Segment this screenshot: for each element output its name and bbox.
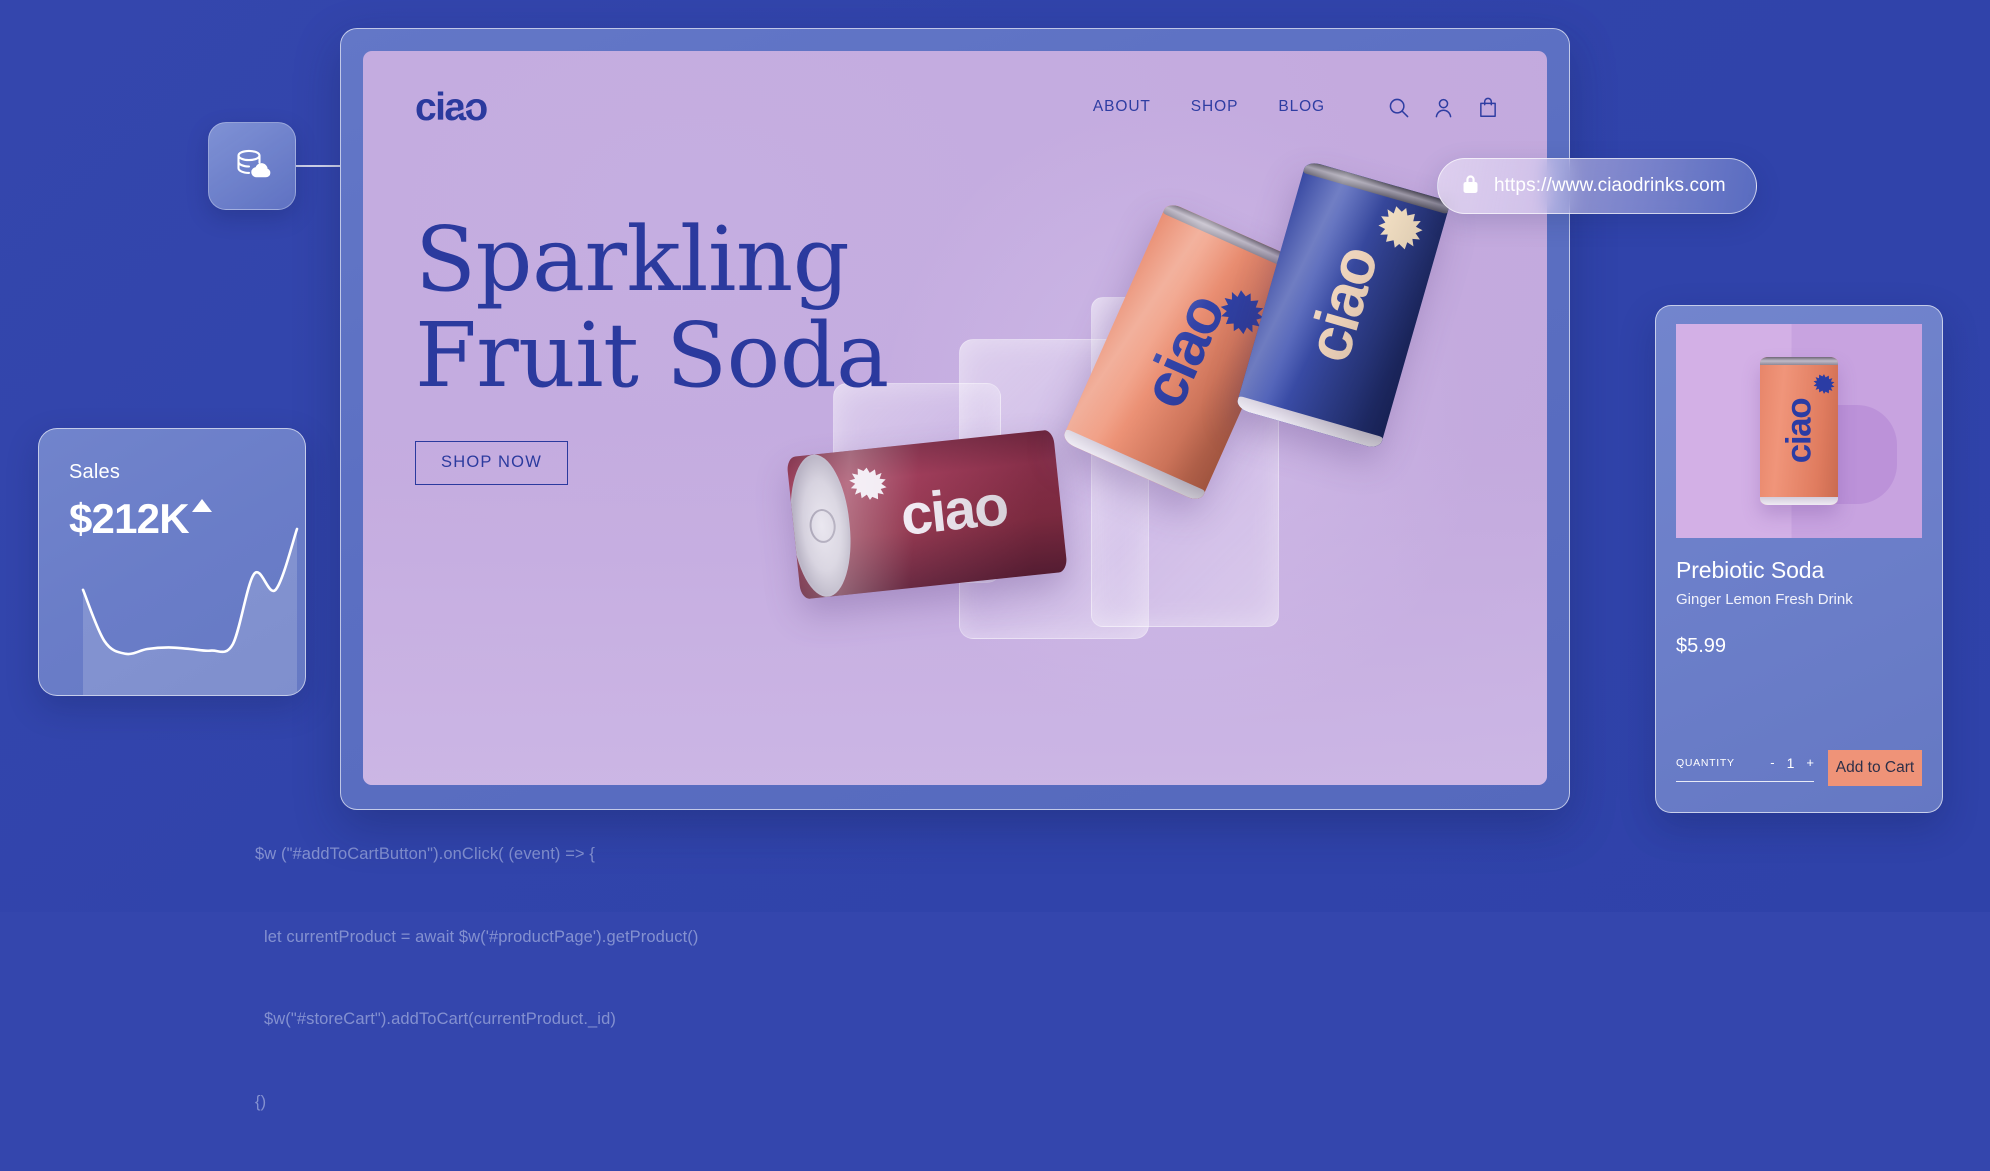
- code-line: {): [255, 1092, 267, 1111]
- trend-up-arrow-icon: [191, 499, 212, 512]
- nav-icon-group: [1387, 96, 1499, 119]
- product-subtitle: Ginger Lemon Fresh Drink: [1676, 591, 1853, 608]
- product-image: ciao: [1676, 324, 1922, 538]
- url-bar[interactable]: https://www.ciaodrinks.com: [1437, 158, 1757, 214]
- code-line: let currentProduct = await $w('#productP…: [264, 927, 699, 946]
- connector-line: [296, 165, 344, 167]
- site-nav: ABOUT SHOP BLOG: [1093, 96, 1499, 119]
- sales-card: Sales $212K: [38, 428, 306, 696]
- product-actions: QUANTITY - 1 + Add to Cart: [1676, 750, 1922, 786]
- quantity-stepper[interactable]: QUANTITY - 1 +: [1676, 755, 1814, 782]
- sales-area-chart: [81, 527, 299, 695]
- search-icon[interactable]: [1387, 96, 1410, 119]
- shopping-bag-icon[interactable]: [1477, 96, 1499, 119]
- nav-link-shop[interactable]: SHOP: [1191, 98, 1239, 116]
- canvas-background: $w ("#addToCartButton").onClick( (event)…: [0, 0, 1990, 1111]
- code-line: $w("#storeCart").addToCart(currentProduc…: [264, 1010, 616, 1028]
- code-overlay: $w ("#addToCartButton").onClick( (event)…: [255, 786, 698, 1171]
- quantity-value: 1: [1786, 754, 1795, 771]
- can-blue: ciao: [1235, 160, 1451, 450]
- can-base: [1760, 497, 1838, 505]
- quantity-label: QUANTITY: [1676, 756, 1735, 769]
- nav-link-about[interactable]: ABOUT: [1093, 98, 1151, 116]
- product-title: Prebiotic Soda: [1676, 557, 1825, 583]
- product-can: ciao: [1760, 357, 1838, 505]
- quantity-increment-button[interactable]: +: [1806, 755, 1814, 770]
- quantity-decrement-button[interactable]: -: [1770, 755, 1774, 770]
- site-logo-text: ciao: [415, 85, 488, 129]
- add-to-cart-button[interactable]: Add to Cart: [1828, 750, 1922, 786]
- hero-title: Sparkling Fruit Soda: [415, 211, 889, 403]
- product-card: ciao Prebiotic Soda Ginger Lemon Fresh D…: [1655, 305, 1943, 813]
- url-text: https://www.ciaodrinks.com: [1494, 175, 1726, 196]
- site-viewport: ciao ciao: [363, 51, 1547, 785]
- site-header: ciao ABOUT SHOP BLOG: [363, 51, 1547, 163]
- can-label: ciao: [1779, 398, 1819, 464]
- database-cloud-icon: [230, 142, 274, 191]
- browser-window: ciao ciao: [340, 28, 1570, 810]
- hero-title-line-1: Sparkling: [415, 207, 850, 311]
- code-line: $w ("#addToCartButton").onClick( (event)…: [255, 845, 595, 863]
- product-price: $5.99: [1676, 635, 1727, 657]
- lock-icon: [1462, 174, 1479, 199]
- can-sheen: [1235, 160, 1451, 450]
- starburst-badge: [1813, 374, 1835, 394]
- sales-label: Sales: [69, 461, 121, 483]
- site-logo[interactable]: ciao: [415, 85, 488, 129]
- nav-link-blog[interactable]: BLOG: [1278, 98, 1325, 116]
- user-icon[interactable]: [1432, 96, 1455, 119]
- hero-title-line-2: Fruit Soda: [415, 303, 889, 407]
- shop-now-button[interactable]: SHOP NOW: [415, 441, 568, 485]
- hero-copy: Sparkling Fruit Soda SHOP NOW: [415, 211, 889, 485]
- database-node[interactable]: [208, 122, 296, 210]
- can-lid: [1760, 357, 1838, 365]
